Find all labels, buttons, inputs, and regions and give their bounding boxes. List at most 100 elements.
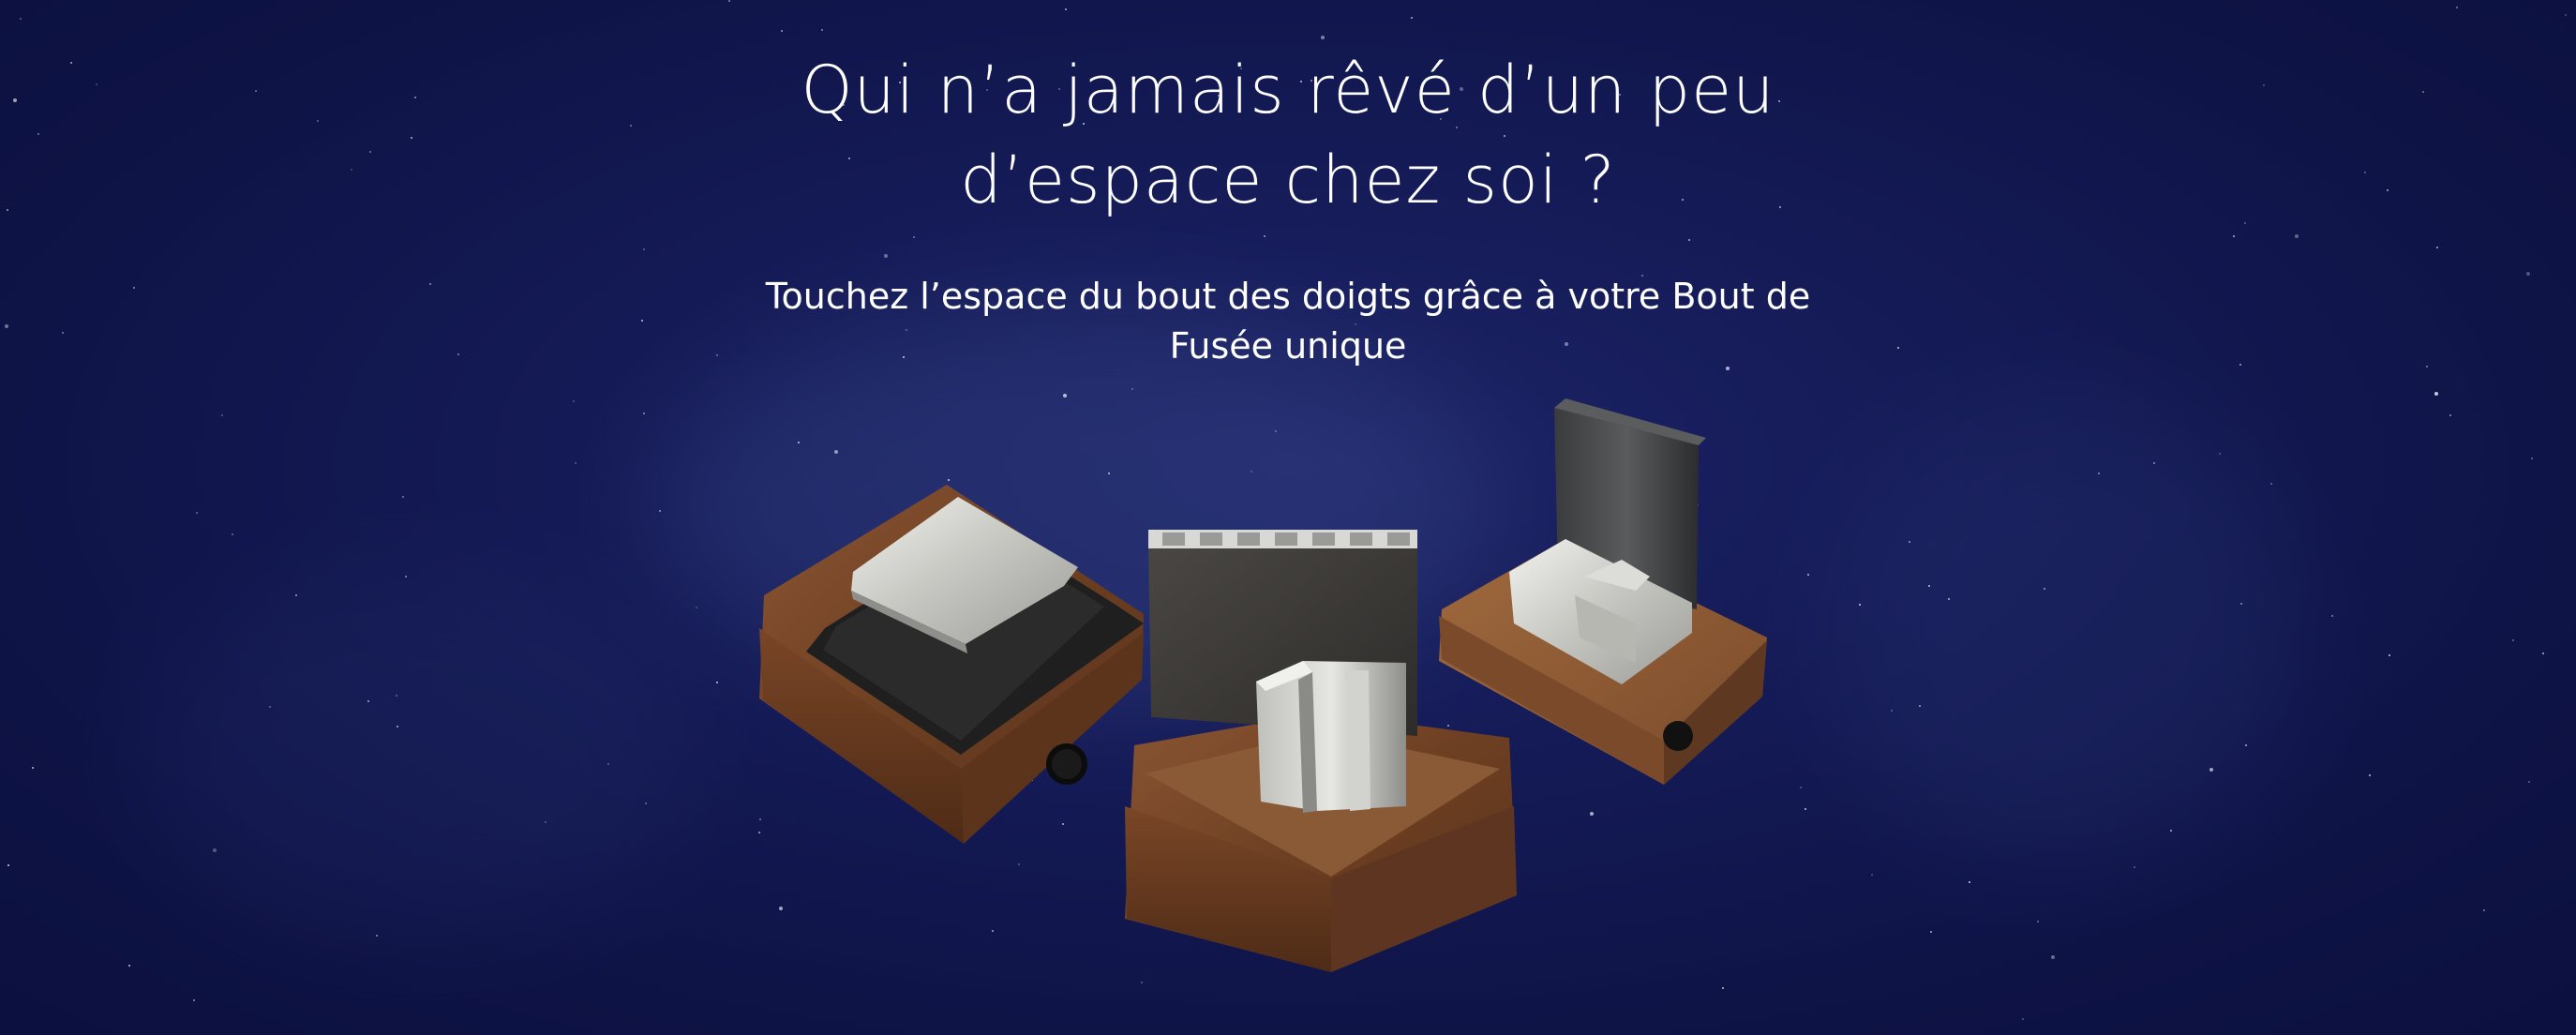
star-dot — [96, 83, 97, 85]
star-dot — [2134, 866, 2135, 868]
star-dot — [1871, 874, 1873, 876]
star-dot — [2364, 172, 2366, 173]
star-dot — [376, 935, 378, 937]
star-dot — [1930, 931, 1932, 933]
star-dot — [821, 29, 823, 31]
star-dot — [1909, 541, 1910, 543]
star-dot — [221, 414, 223, 416]
star-dot — [2542, 652, 2544, 654]
star-dot — [317, 120, 319, 122]
star-dot — [2434, 392, 2438, 396]
star-dot — [1688, 239, 1690, 241]
star-dot — [884, 254, 888, 258]
star-dot — [2369, 774, 2371, 776]
star-dot — [1948, 598, 1950, 600]
star-dot — [1131, 388, 1133, 390]
star-dot — [1928, 585, 1930, 587]
star-dot — [1969, 881, 1970, 883]
star-dot — [2528, 781, 2530, 783]
product-piece-center — [1125, 530, 1517, 972]
hero-section: Qui n’a jamais rêvé d’un peu d’espace ch… — [0, 0, 2576, 1035]
star-dot — [2209, 768, 2213, 772]
star-dot — [1807, 574, 1809, 576]
star-dot — [20, 18, 22, 20]
star-dot — [1063, 394, 1067, 398]
star-dot — [396, 695, 397, 697]
star-dot — [37, 133, 39, 135]
star-dot — [2331, 615, 2333, 617]
star-dot — [457, 353, 459, 355]
star-dot — [607, 763, 609, 765]
star-dot — [2389, 654, 2390, 656]
hero-title: Qui n’a jamais rêvé d’un peu d’espace ch… — [726, 45, 1850, 225]
star-dot — [414, 97, 416, 98]
background-nebula — [141, 562, 703, 938]
star-dot — [716, 682, 718, 683]
star-dot — [1897, 347, 1899, 349]
star-dot — [1891, 710, 1893, 712]
star-dot — [643, 412, 645, 414]
star-dot — [1065, 8, 1067, 10]
star-dot — [1722, 987, 1724, 989]
star-dot — [397, 726, 398, 728]
star-dot — [2098, 472, 2100, 474]
star-dot — [2239, 364, 2241, 366]
star-dot — [1264, 235, 1266, 237]
star-dot — [405, 576, 407, 578]
star-dot — [2153, 462, 2155, 464]
star-dot — [369, 151, 371, 153]
star-dot — [1859, 604, 1861, 606]
star-dot — [1805, 808, 1806, 810]
star-dot — [70, 62, 72, 64]
star-dot — [13, 98, 17, 102]
star-dot — [643, 248, 645, 250]
star-dot — [2387, 189, 2389, 191]
star-dot — [641, 320, 643, 322]
star-dot — [351, 169, 352, 171]
star-dot — [2240, 603, 2242, 605]
star-dot — [411, 137, 412, 139]
star-dot — [2483, 909, 2485, 911]
star-dot — [193, 999, 195, 1001]
hero-subtitle: Touchez l’espace du bout des doigts grâc… — [679, 272, 1897, 371]
star-dot — [2526, 272, 2530, 276]
star-dot — [402, 496, 404, 498]
product-piece-right — [1439, 398, 1767, 785]
star-dot — [269, 706, 271, 708]
star-dot — [2022, 1018, 2024, 1020]
star-dot — [2244, 222, 2246, 224]
star-dot — [2531, 458, 2533, 459]
star-dot — [575, 462, 577, 464]
star-dot — [2422, 91, 2424, 93]
product-image — [759, 398, 1767, 972]
star-dot — [2270, 483, 2272, 485]
star-dot — [630, 125, 632, 127]
star-dot — [2512, 639, 2514, 641]
star-dot — [659, 510, 661, 512]
star-dot — [645, 802, 647, 804]
star-dot — [429, 283, 431, 285]
star-dot — [2565, 14, 2567, 16]
star-dot — [1800, 787, 1802, 788]
star-dot — [2170, 830, 2172, 832]
star-dot — [1411, 17, 1413, 19]
star-dot — [728, 0, 730, 2]
hero-subtitle-line: Fusée unique — [1169, 325, 1407, 367]
star-dot — [62, 332, 64, 334]
star-dot — [7, 209, 8, 211]
star-dot — [213, 848, 217, 852]
star-dot — [255, 90, 257, 92]
star-dot — [367, 700, 369, 702]
hero-title-line: Qui n’a jamais rêvé d’un peu — [801, 52, 1775, 128]
star-dot — [545, 821, 547, 823]
star-dot — [2044, 588, 2045, 590]
star-dot — [7, 864, 9, 866]
star-dot — [2295, 234, 2299, 238]
star-dot — [781, 30, 783, 32]
star-dot — [5, 324, 8, 328]
hero-title-line: d’espace chez soi ? — [960, 142, 1616, 218]
star-dot — [2426, 366, 2428, 368]
star-dot — [696, 607, 697, 608]
star-dot — [2037, 921, 2039, 922]
star-dot — [2263, 84, 2265, 86]
